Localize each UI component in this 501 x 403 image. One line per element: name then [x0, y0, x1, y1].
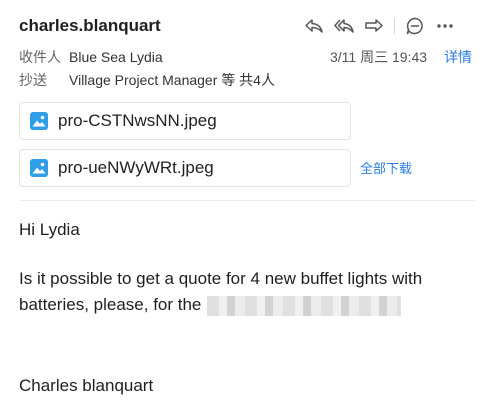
- attachment-name: pro-CSTNwsNN.jpeg: [58, 111, 217, 130]
- chat-button[interactable]: [403, 14, 427, 38]
- recipient-row: 收件人 Blue Sea Lydia: [19, 47, 163, 67]
- to-recipient[interactable]: Blue Sea Lydia: [69, 49, 163, 65]
- mail-actions: [302, 14, 463, 38]
- attachment-item[interactable]: pro-CSTNwsNN.jpeg: [19, 102, 351, 140]
- image-file-icon: [30, 159, 48, 177]
- sent-date: 3/11 周三 19:43: [330, 49, 428, 65]
- body-greeting: Hi Lydia: [19, 220, 80, 239]
- sender-name[interactable]: charles.blanquart: [19, 16, 161, 36]
- to-label: 收件人: [19, 49, 61, 65]
- cc-label: 抄送: [19, 72, 47, 88]
- download-all-link[interactable]: 全部下载: [360, 158, 412, 177]
- details-link[interactable]: 详情: [444, 47, 472, 67]
- header-divider: [19, 200, 475, 201]
- forward-icon: [365, 19, 383, 32]
- cc-row: 抄送 Village Project Manager 等 共4人: [19, 70, 275, 90]
- chat-icon: [406, 17, 423, 35]
- more-button[interactable]: [433, 14, 457, 38]
- action-divider: [394, 18, 395, 34]
- reply-all-icon: [334, 19, 354, 33]
- body-signature: Charles blanquart: [19, 376, 154, 395]
- attachment-item[interactable]: pro-ueNWyWRt.jpeg: [19, 149, 351, 187]
- image-file-icon: [30, 112, 48, 130]
- cc-recipients[interactable]: Village Project Manager 等 共4人: [69, 72, 275, 88]
- forward-button[interactable]: [362, 14, 386, 38]
- body-paragraph: Is it possible to get a quote for 4 new …: [19, 266, 479, 318]
- reply-all-button[interactable]: [332, 14, 356, 38]
- attachment-name: pro-ueNWyWRt.jpeg: [58, 158, 214, 177]
- reply-button[interactable]: [302, 14, 326, 38]
- reply-icon: [305, 19, 323, 33]
- more-icon: [437, 24, 453, 28]
- redacted-text: [207, 295, 402, 316]
